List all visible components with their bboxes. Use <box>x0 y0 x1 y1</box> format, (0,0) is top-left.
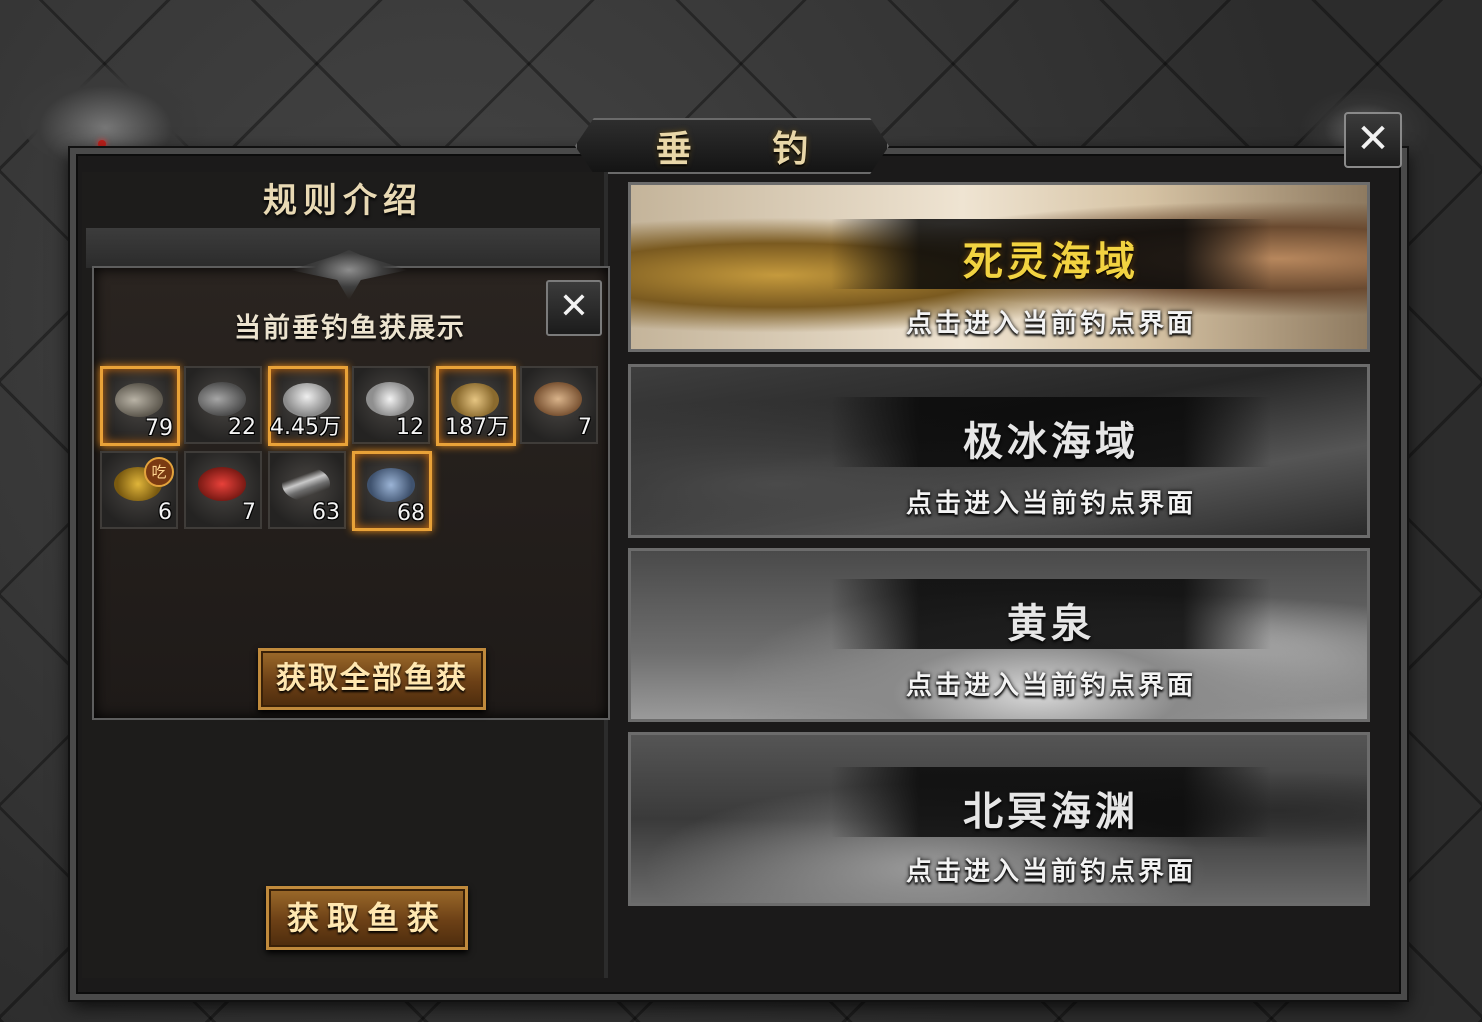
catch-item-slot[interactable]: 63 <box>268 451 346 529</box>
zone-hint: 点击进入当前钓点界面 <box>905 309 1196 339</box>
claim-all-catch-button[interactable]: 获取全部鱼获 <box>258 648 486 710</box>
close-button[interactable]: ✕ <box>1344 112 1402 168</box>
zone-hint: 点击进入当前钓点界面 <box>905 489 1196 519</box>
zone-card-necro-sea[interactable]: 死灵海域 点击进入当前钓点界面 <box>628 182 1370 352</box>
blue-ore-icon <box>367 468 415 502</box>
catch-item-slot[interactable]: 吃 6 <box>100 451 178 529</box>
catch-item-slot[interactable]: 187万 <box>436 366 516 446</box>
close-icon: ✕ <box>1356 116 1390 162</box>
red-fish-icon <box>198 467 246 501</box>
item-count: 6 <box>158 500 172 525</box>
eel-icon <box>282 467 330 501</box>
popup-close-button[interactable]: ✕ <box>546 280 602 336</box>
fish-icon <box>115 383 163 417</box>
title-plate: 垂 钓 <box>575 118 889 174</box>
zone-name: 死灵海域 <box>963 238 1139 285</box>
zone-name: 极冰海域 <box>963 418 1139 465</box>
pearl-shell-icon <box>366 382 414 416</box>
catch-popup-title: 当前垂钓鱼获展示 <box>234 313 466 344</box>
item-count: 187万 <box>445 415 509 440</box>
catch-item-slot[interactable]: 4.45万 <box>268 366 348 446</box>
claim-catch-button[interactable]: 获取鱼获 <box>266 886 468 950</box>
zone-name: 北冥海渊 <box>963 788 1139 835</box>
zone-card-north-abyss[interactable]: 北冥海渊 点击进入当前钓点界面 <box>628 732 1370 906</box>
item-count: 7 <box>578 415 592 440</box>
zone-hint: 点击进入当前钓点界面 <box>905 857 1196 887</box>
catch-item-slot[interactable]: 7 <box>520 366 598 444</box>
carp-icon <box>534 382 582 416</box>
rules-title: 规则介绍 <box>263 181 423 221</box>
item-count: 22 <box>228 415 256 440</box>
shark-icon <box>198 382 246 416</box>
close-icon: ✕ <box>558 286 590 327</box>
window-title: 垂 钓 <box>655 128 843 170</box>
catch-item-slot[interactable]: 79 <box>100 366 180 446</box>
zone-hint: 点击进入当前钓点界面 <box>905 671 1196 701</box>
item-count: 68 <box>397 501 425 526</box>
zone-card-frost-sea[interactable]: 极冰海域 点击进入当前钓点界面 <box>628 364 1370 538</box>
catch-item-slot[interactable]: 22 <box>184 366 262 444</box>
catch-item-slot[interactable]: 7 <box>184 451 262 529</box>
item-count: 4.45万 <box>270 415 341 440</box>
item-count: 12 <box>396 415 424 440</box>
item-count: 63 <box>312 500 340 525</box>
catch-item-slot[interactable]: 12 <box>352 366 430 444</box>
catch-item-slot[interactable]: 68 <box>352 451 432 531</box>
dragon-eye <box>98 140 106 148</box>
item-count: 7 <box>242 500 256 525</box>
item-count: 79 <box>145 416 173 441</box>
item-badge: 吃 <box>144 457 174 487</box>
zone-card-yellow-springs[interactable]: 黄泉 点击进入当前钓点界面 <box>628 548 1370 722</box>
zone-name: 黄泉 <box>1007 600 1095 647</box>
